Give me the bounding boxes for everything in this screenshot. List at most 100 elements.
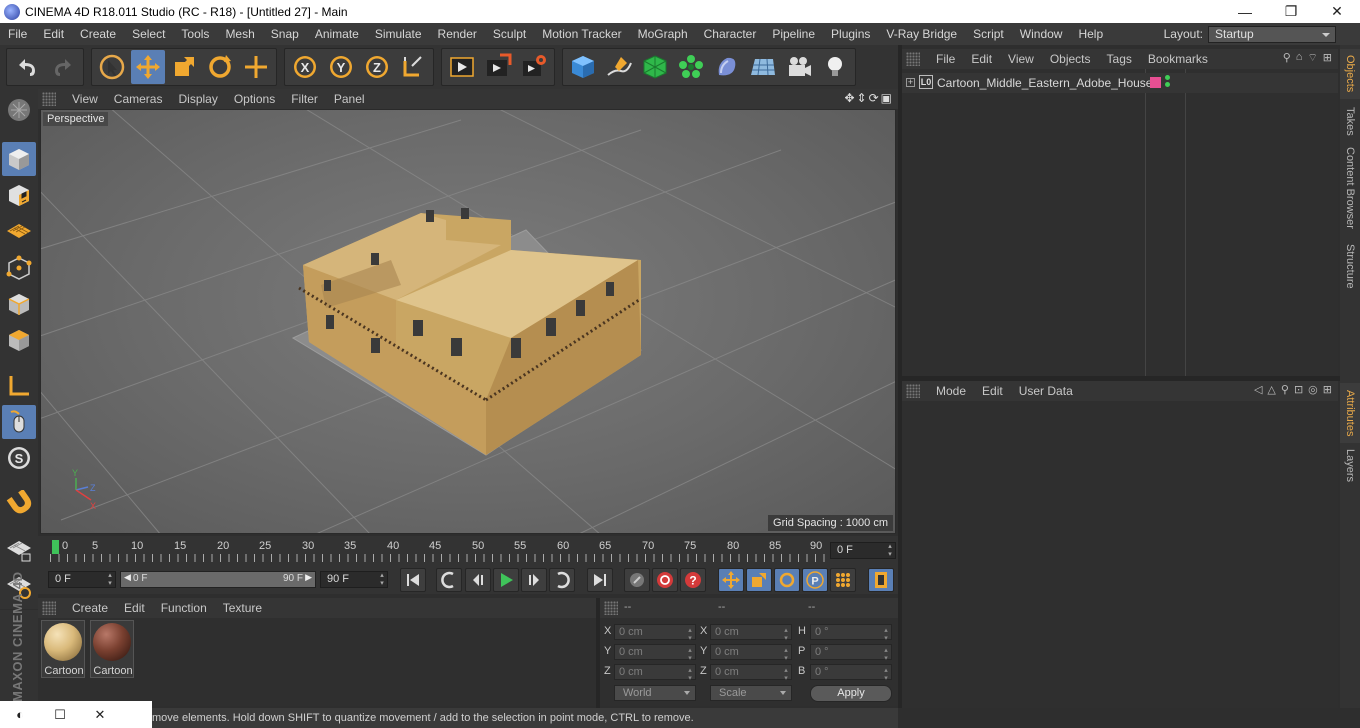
layout-dropdown[interactable]: Startup — [1208, 25, 1336, 43]
material-menu-texture[interactable]: Texture — [215, 601, 270, 615]
previous-key-icon[interactable] — [436, 568, 462, 592]
thumbnail-maximize-icon[interactable]: ☐ — [40, 707, 80, 723]
edges-mode-icon[interactable] — [2, 287, 36, 321]
tab-layers[interactable]: Layers — [1340, 445, 1360, 487]
redo-icon[interactable] — [46, 50, 80, 84]
rotation-p-field[interactable]: 0 ° — [810, 644, 892, 662]
render-picture-viewer-icon[interactable] — [481, 50, 515, 84]
pan-view-icon[interactable]: ✥ — [844, 91, 854, 105]
current-frame-field[interactable]: 0 F — [830, 542, 896, 559]
expand-toggle-icon[interactable]: + — [906, 78, 915, 87]
make-editable-icon[interactable] — [2, 93, 36, 127]
apply-button[interactable]: Apply — [810, 685, 892, 702]
hierarchy-up-icon[interactable]: ⌔ — [1307, 51, 1317, 65]
tab-objects[interactable]: Objects — [1340, 49, 1360, 99]
position-y-field[interactable]: 0 cm — [614, 644, 696, 662]
menu-window[interactable]: Window — [1012, 27, 1071, 41]
objects-menu-file[interactable]: File — [928, 52, 963, 66]
object-name[interactable]: Cartoon_Middle_Eastern_Adobe_House — [937, 76, 1152, 90]
z-axis-lock-icon[interactable]: Z — [360, 50, 394, 84]
menu-mesh[interactable]: Mesh — [217, 27, 262, 41]
viewport-menu-filter[interactable]: Filter — [283, 92, 326, 106]
keyframe-selection-icon[interactable]: ? — [680, 568, 706, 592]
menu-mograph[interactable]: MoGraph — [630, 27, 696, 41]
end-frame-field[interactable]: 90 F — [320, 571, 388, 588]
menu-edit[interactable]: Edit — [35, 27, 72, 41]
menu-pipeline[interactable]: Pipeline — [764, 27, 823, 41]
menu-animate[interactable]: Animate — [307, 27, 367, 41]
object-row[interactable]: + L0 Cartoon_Middle_Eastern_Adobe_House — [902, 73, 1338, 93]
size-z-field[interactable]: 0 cm — [710, 664, 792, 682]
undo-icon[interactable] — [10, 50, 44, 84]
tab-structure[interactable]: Structure — [1340, 237, 1360, 295]
size-y-field[interactable]: 0 cm — [710, 644, 792, 662]
panel-grip-icon[interactable] — [604, 601, 618, 615]
key-rotation-icon[interactable] — [774, 568, 800, 592]
scale-icon[interactable] — [167, 50, 201, 84]
key-point-level-icon[interactable] — [830, 568, 856, 592]
position-z-field[interactable]: 0 cm — [614, 664, 696, 682]
menu-character[interactable]: Character — [696, 27, 765, 41]
polygons-mode-icon[interactable] — [2, 323, 36, 357]
key-position-icon[interactable] — [718, 568, 744, 592]
model-mode-icon[interactable] — [2, 142, 36, 176]
material-menu-edit[interactable]: Edit — [116, 601, 153, 615]
world-coordinates-icon[interactable] — [396, 50, 430, 84]
x-axis-lock-icon[interactable]: X — [288, 50, 322, 84]
camera-icon[interactable] — [782, 50, 816, 84]
search-icon[interactable]: ⚲ — [1281, 383, 1289, 396]
lock-icon[interactable]: ⊡ — [1294, 383, 1303, 396]
coordinate-system-dropdown[interactable]: World — [614, 685, 696, 701]
menu-create[interactable]: Create — [72, 27, 124, 41]
go-to-start-icon[interactable] — [400, 568, 426, 592]
points-mode-icon[interactable] — [2, 251, 36, 285]
attributes-menu-mode[interactable]: Mode — [928, 384, 974, 398]
render-settings-icon[interactable] — [517, 50, 551, 84]
frame-ruler[interactable]: 0 5 10 15 20 25 30 35 40 45 50 55 60 65 … — [50, 538, 828, 562]
material-swatch[interactable]: Cartoon — [41, 620, 85, 678]
material-menu-function[interactable]: Function — [153, 601, 215, 615]
tab-takes[interactable]: Takes — [1340, 101, 1360, 141]
thumbnail-close-icon[interactable]: ✕ — [80, 707, 120, 723]
menu-file[interactable]: File — [0, 27, 35, 41]
render-view-icon[interactable] — [445, 50, 479, 84]
viewport-menu-display[interactable]: Display — [170, 92, 225, 106]
solo-mode-icon[interactable]: S — [2, 441, 36, 475]
panel-grip-icon[interactable] — [42, 601, 56, 615]
timeline-window-icon[interactable] — [868, 568, 894, 592]
tweak-mode-icon[interactable] — [2, 405, 36, 439]
viewport-menu-panel[interactable]: Panel — [326, 92, 373, 106]
new-panel-icon[interactable]: ⊞ — [1323, 51, 1332, 65]
select-arrow-icon[interactable] — [95, 50, 129, 84]
cinema4d-window-icon[interactable]: ◐ — [0, 707, 40, 722]
maximize-view-icon[interactable]: ▣ — [881, 91, 892, 105]
menu-simulate[interactable]: Simulate — [367, 27, 430, 41]
search-icon[interactable]: ⚲ — [1283, 51, 1291, 65]
menu-tools[interactable]: Tools — [173, 27, 217, 41]
viewport-menu-options[interactable]: Options — [226, 92, 283, 106]
move-icon[interactable] — [131, 50, 165, 84]
objects-menu-edit[interactable]: Edit — [963, 52, 1000, 66]
cube-icon[interactable] — [566, 50, 600, 84]
texture-mode-icon[interactable] — [2, 178, 36, 212]
preview-range-slider[interactable]: ◀ 0 F 90 F ▶ — [120, 571, 316, 588]
objects-menu-objects[interactable]: Objects — [1042, 52, 1099, 66]
live-select-icon[interactable] — [239, 50, 273, 84]
tab-content-browser[interactable]: Content Browser — [1340, 143, 1360, 233]
key-parameter-icon[interactable]: P — [802, 568, 828, 592]
menu-sculpt[interactable]: Sculpt — [485, 27, 534, 41]
layer-color-tag[interactable] — [1150, 77, 1161, 88]
menu-motion-tracker[interactable]: Motion Tracker — [534, 27, 629, 41]
size-x-field[interactable]: 0 cm — [710, 624, 792, 642]
light-icon[interactable] — [818, 50, 852, 84]
menu-help[interactable]: Help — [1070, 27, 1111, 41]
visibility-dots[interactable] — [1165, 75, 1171, 91]
panel-grip-icon[interactable] — [906, 52, 920, 66]
rotation-h-field[interactable]: 0 ° — [810, 624, 892, 642]
slider-right-arrow[interactable]: ▶ — [305, 572, 312, 583]
restore-button[interactable]: ❐ — [1268, 0, 1314, 23]
objects-menu-tags[interactable]: Tags — [1099, 52, 1140, 66]
y-axis-lock-icon[interactable]: Y — [324, 50, 358, 84]
menu-vray-bridge[interactable]: V-Ray Bridge — [878, 27, 965, 41]
objects-menu-view[interactable]: View — [1000, 52, 1042, 66]
